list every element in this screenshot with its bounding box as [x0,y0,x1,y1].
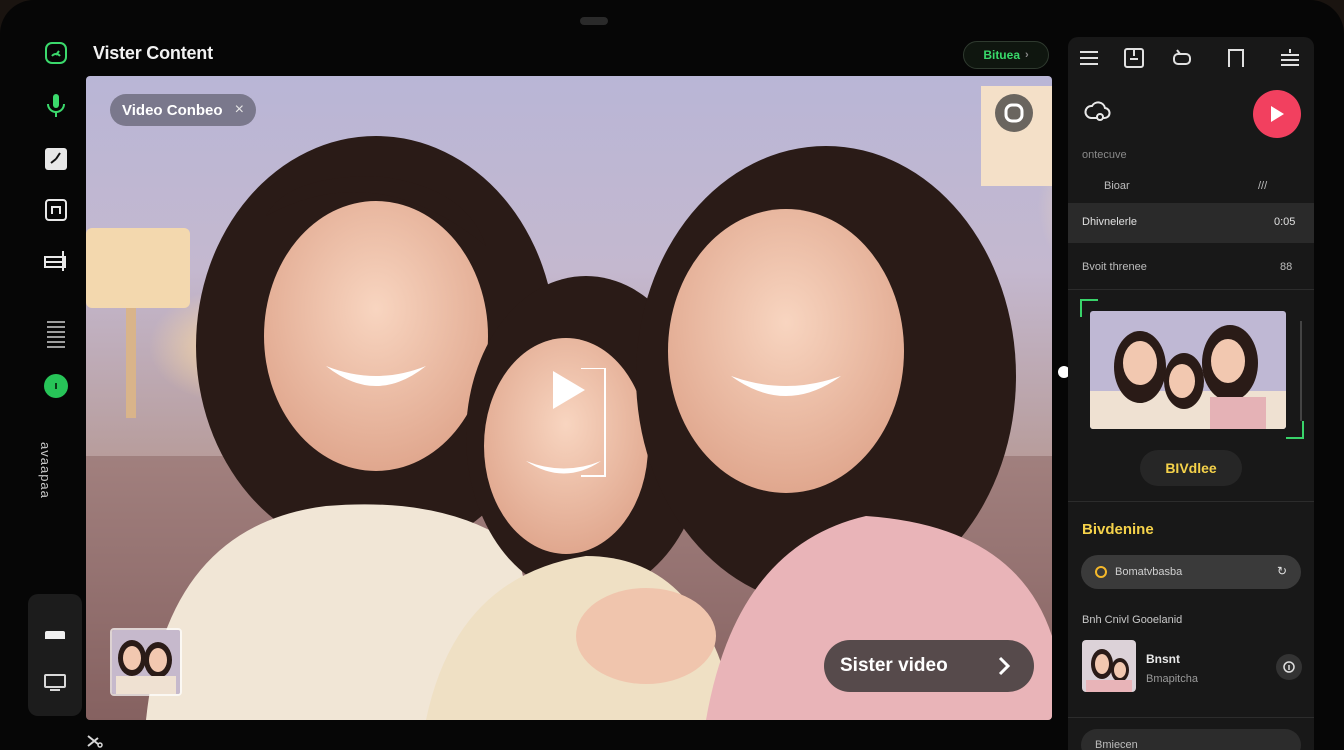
divider [1068,289,1314,290]
record-toggle-button[interactable] [995,94,1033,132]
rail-vertical-label: avaapaa [38,442,53,499]
app-title: Vister Content [93,43,213,63]
row-value: /// [1258,180,1268,192]
clock-icon[interactable] [43,146,69,172]
row-value: 88 [1280,261,1293,273]
save-icon[interactable] [1123,47,1145,69]
play-icon[interactable] [551,367,611,483]
video-player[interactable]: Video Conbeo × Sister video [86,76,1052,720]
preview-scrollbar[interactable] [1300,321,1302,421]
mini-thumbnail[interactable] [110,628,182,696]
chevron-right-icon: › [1025,49,1029,61]
camera-notch [580,17,608,25]
green-dot-icon[interactable] [43,373,69,399]
list-item-title: Bnsnt [1146,652,1180,666]
lines-icon[interactable] [43,321,69,349]
refresh-icon[interactable]: ↻ [1277,564,1287,578]
video-content-chip[interactable]: Video Conbeo × [110,94,256,126]
microphone-icon[interactable] [43,92,69,118]
search-text: Bomatvbasba [1115,566,1183,578]
list-item-subtitle: Bmapitcha [1146,673,1198,685]
bookmark-icon[interactable] [1225,47,1247,69]
preview-thumbnail[interactable] [1090,311,1286,429]
bottom-label: Bmiecen [1095,739,1138,750]
chip-label: Video Conbeo [122,101,223,119]
top-badge-label: Bituea [983,48,1020,62]
chevron-right-icon [990,652,1018,686]
sister-video-label: Sister video [840,655,948,676]
cloud-sync-icon[interactable] [1084,99,1112,128]
sister-video-button[interactable]: Sister video [824,640,1034,692]
divider [1068,717,1314,718]
panel-row[interactable]: Bvoit threnee 88 [1068,248,1314,288]
divider [1068,501,1314,502]
list-header: Bnh Cnivl Gooelanid [1082,614,1183,626]
monitor-icon[interactable] [44,674,66,697]
row-label: Bvoit threnee [1082,261,1147,273]
bottom-action-pill[interactable]: Bmiecen [1081,729,1301,750]
close-icon[interactable]: × [235,101,244,119]
row-label: Bioar [1104,180,1130,192]
panel-row[interactable]: Bioar /// [1068,167,1314,207]
rail-bottom-group [28,594,82,716]
play-icon [1271,106,1284,122]
panel-row-selected[interactable]: Dhivnelerle 0:05 [1068,203,1314,243]
info-icon [1283,661,1295,673]
search-input[interactable]: Bomatvbasba ↻ [1081,555,1301,589]
left-rail: avaapaa [0,30,103,748]
panel-row-header: ontecuve [1068,141,1314,167]
scissors-icon[interactable] [86,734,104,750]
stop-icon [1004,103,1024,123]
sort-icon[interactable] [1279,47,1301,69]
row-value: 0:05 [1274,216,1296,228]
grid-icon[interactable] [43,248,69,274]
side-panel: ontecuve Bioar /// Dhivnelerle 0:05 Bvoi… [1068,37,1314,750]
row-label: Dhivnelerle [1082,216,1138,228]
play-button[interactable] [1253,90,1301,138]
preview-action-button[interactable]: BIVdlee [1140,450,1242,486]
list-item-info-button[interactable] [1276,654,1302,680]
row-label: ontecuve [1082,149,1127,161]
tablet-frame: Vister Content Bituea › avaapaa Video Co… [0,0,1344,750]
crop-corner [1286,421,1304,439]
speedometer-icon[interactable] [43,40,69,66]
list-item-thumbnail[interactable] [1082,640,1136,692]
frame-icon[interactable] [43,197,69,223]
top-badge[interactable]: Bituea › [963,41,1049,69]
section-title: Bivdenine [1082,521,1154,538]
search-icon [1095,566,1107,578]
menu-icon[interactable] [1078,47,1100,69]
loop-icon[interactable] [1171,47,1193,69]
card-icon[interactable] [44,630,66,649]
